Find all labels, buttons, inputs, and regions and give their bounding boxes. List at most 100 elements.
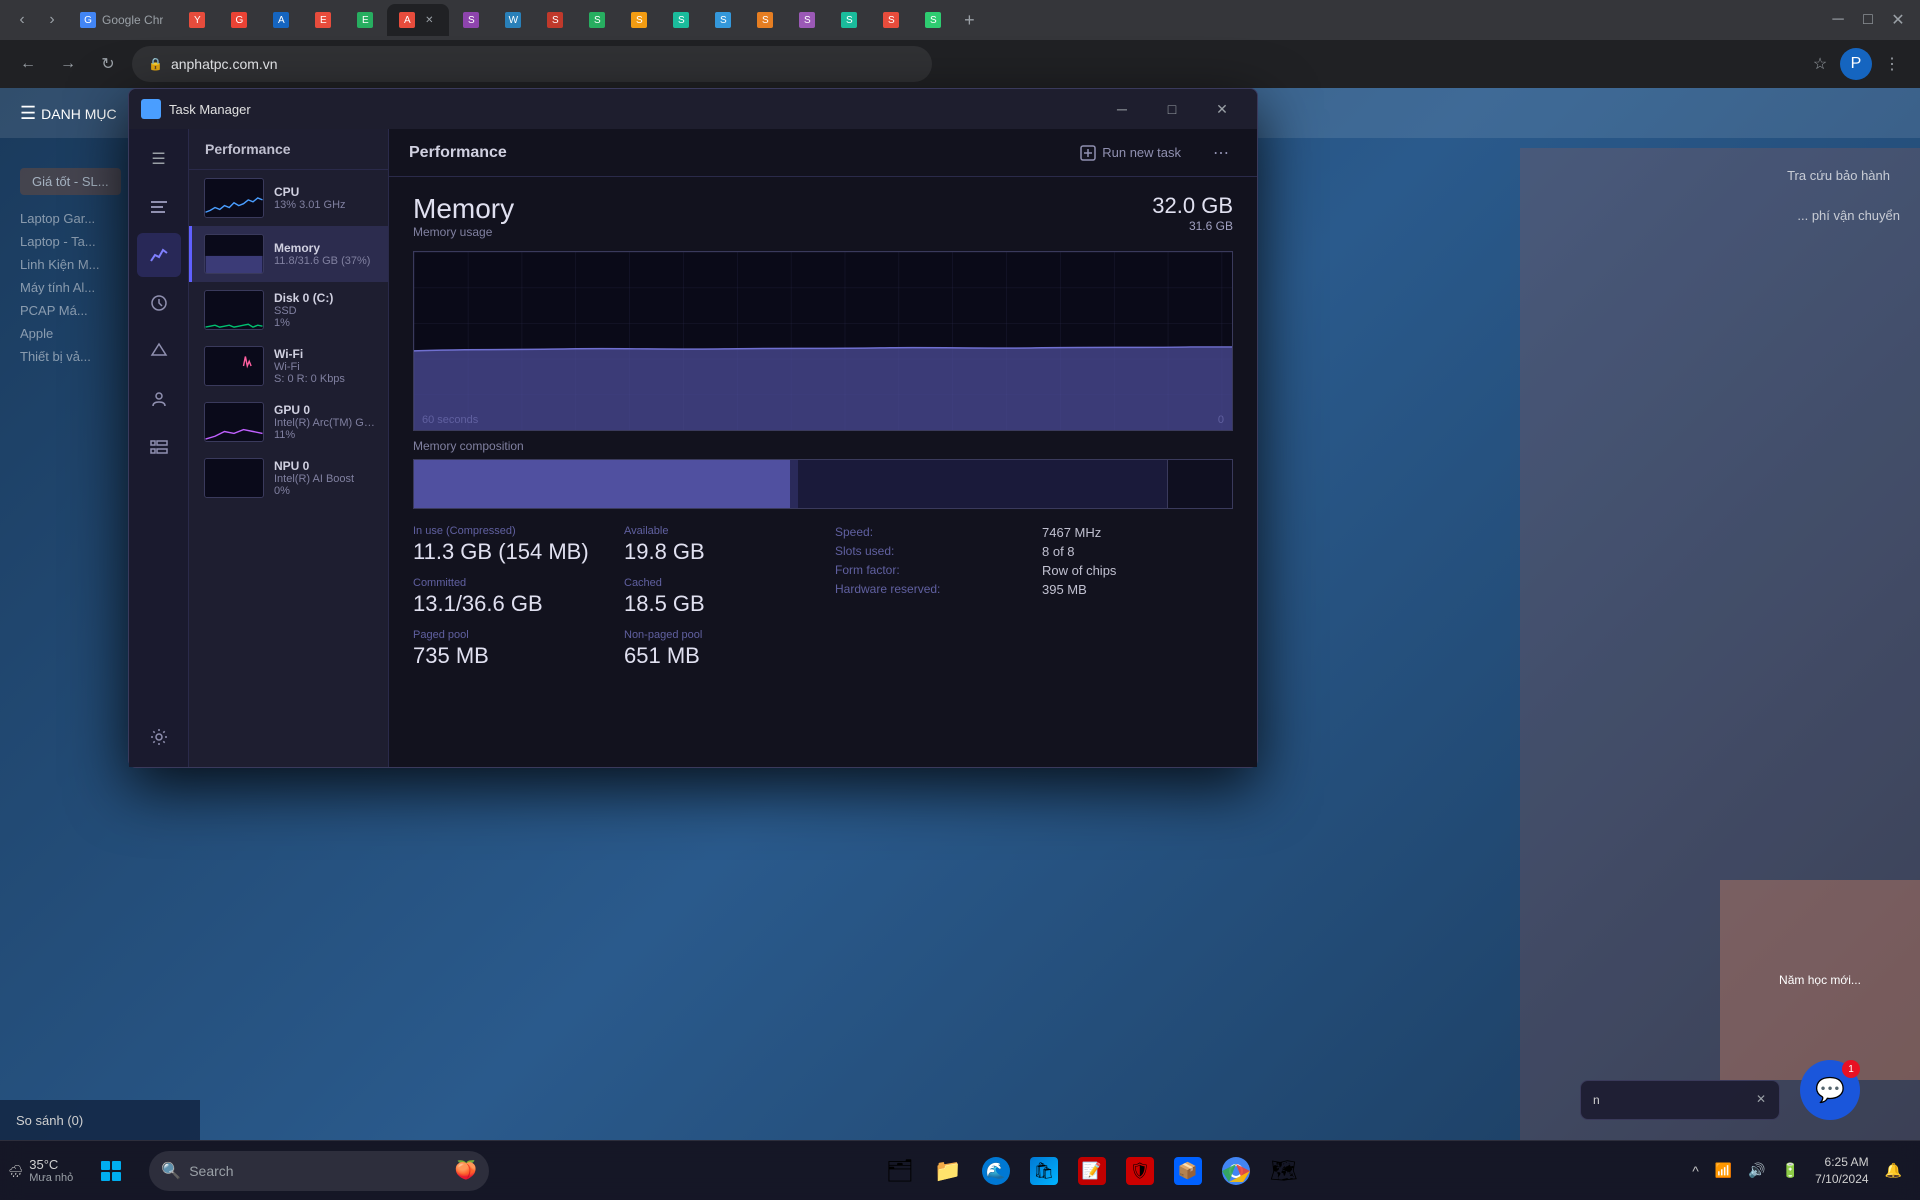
perf-item-gpu[interactable]: GPU 0 Intel(R) Arc(TM) Graph... 11% [189, 394, 388, 450]
sidebar-btn-menu[interactable]: ☰ [137, 137, 181, 181]
memory-mini-graph [204, 234, 264, 274]
volume-icon[interactable]: 🔊 [1742, 1149, 1771, 1193]
browser-maximize[interactable]: □ [1854, 6, 1882, 34]
perf-item-npu[interactable]: NPU 0 Intel(R) AI Boost 0% [189, 450, 388, 506]
taskbar-app-store[interactable]: 🛍 [1022, 1149, 1066, 1193]
tab-4[interactable]: A [261, 4, 301, 36]
tab-17[interactable]: S [829, 4, 869, 36]
chat-widget[interactable]: 💬 1 [1800, 1060, 1860, 1120]
notification-icon: 🔔 [1885, 1162, 1902, 1179]
tab-18[interactable]: S [871, 4, 911, 36]
refresh-button[interactable]: ↻ [92, 48, 124, 80]
tab-bar: ‹ › G Google Chr Y G A E E A ✕ S W [0, 0, 1920, 40]
npu-name: NPU 0 [274, 459, 376, 473]
taskbar-app-dropbox[interactable]: 📦 [1166, 1149, 1210, 1193]
tm-close[interactable]: ✕ [1199, 93, 1245, 125]
tab-8[interactable]: S [451, 4, 491, 36]
profile-button[interactable]: P [1840, 48, 1872, 80]
in-use-value: 11.3 GB (154 MB) [413, 539, 600, 565]
tm-perf-list: Performance CPU 13% 3.01 GHz [189, 129, 389, 767]
taskbar-search[interactable]: 🔍 Search 🍑 [149, 1151, 489, 1191]
browser-close[interactable]: ✕ [1884, 6, 1912, 34]
compare-label[interactable]: So sánh (0) [16, 1113, 83, 1128]
back-button[interactable]: ← [12, 48, 44, 80]
run-new-task-button[interactable]: Run new task [1068, 139, 1193, 167]
tab-nav-forward[interactable]: › [38, 6, 66, 34]
tm-minimize[interactable]: ─ [1099, 93, 1145, 125]
tab-16[interactable]: S [787, 4, 827, 36]
tab-10[interactable]: S [535, 4, 575, 36]
new-tab-button[interactable]: + [955, 6, 983, 34]
tab-15[interactable]: S [745, 4, 785, 36]
notes-icon: 📝 [1078, 1157, 1106, 1185]
sidebar-btn-users[interactable] [137, 377, 181, 421]
taskbar-app-edge[interactable]: 🌊 [974, 1149, 1018, 1193]
start-button[interactable] [91, 1151, 131, 1191]
taskbar-app-file-explorer[interactable]: 🗂 [878, 1149, 922, 1193]
tab-14[interactable]: S [703, 4, 743, 36]
comp-free [1167, 460, 1232, 508]
tab-9[interactable]: W [493, 4, 533, 36]
npu-item-info: NPU 0 Intel(R) AI Boost 0% [274, 459, 376, 497]
tm-maximize[interactable]: □ [1149, 93, 1195, 125]
bookmark-button[interactable]: ☆ [1804, 48, 1836, 80]
network-icon[interactable]: 📶 [1709, 1149, 1738, 1193]
sidebar-btn-details[interactable] [137, 425, 181, 469]
tab-5[interactable]: E [303, 4, 343, 36]
current-date: 7/10/2024 [1815, 1171, 1868, 1188]
sidebar-btn-processes[interactable] [137, 185, 181, 229]
paged-pool-value: 735 MB [413, 643, 600, 669]
sidebar-btn-app-history[interactable] [137, 281, 181, 325]
tab-13[interactable]: S [661, 4, 701, 36]
tab-2[interactable]: Y [177, 4, 217, 36]
hw-reserved-value: 395 MB [1042, 582, 1233, 597]
hidden-icons-chevron: ^ [1692, 1163, 1699, 1179]
time-date-button[interactable]: 6:25 AM 7/10/2024 [1809, 1149, 1874, 1193]
nav-menu-icon[interactable]: ☰ DANH MỤC [20, 103, 117, 124]
maps-icon: 🗺 [1270, 1157, 1298, 1185]
tab-3[interactable]: G [219, 4, 259, 36]
tm-window-controls: ─ □ ✕ [1099, 93, 1245, 125]
cpu-detail: 13% 3.01 GHz [274, 199, 376, 211]
taskbar-app-chrome[interactable] [1214, 1149, 1258, 1193]
tab-12[interactable]: S [619, 4, 659, 36]
hidden-icons-button[interactable]: ^ [1686, 1149, 1705, 1193]
taskbar-app-folder[interactable]: 📁 [926, 1149, 970, 1193]
weather-desc: Mưa nhỏ [29, 1172, 73, 1184]
popup-close-button[interactable]: ✕ [1751, 1089, 1771, 1109]
taskbar-app-maps[interactable]: 🗺 [1262, 1149, 1306, 1193]
tab-19[interactable]: S [913, 4, 953, 36]
weather-widget[interactable]: 🌧 35°C Mưa nhỏ [0, 1157, 81, 1184]
taskbar-app-notes[interactable]: 📝 [1070, 1149, 1114, 1193]
tab-nav-back[interactable]: ‹ [8, 6, 36, 34]
wifi-mini-graph [204, 346, 264, 386]
browser-minimize[interactable]: ─ [1824, 6, 1852, 34]
tab-favicon-10: S [547, 12, 563, 28]
sidebar-btn-performance[interactable] [137, 233, 181, 277]
perf-item-disk[interactable]: Disk 0 (C:) SSD 1% [189, 282, 388, 338]
perf-item-memory[interactable]: Memory 11.8/31.6 GB (37%) [189, 226, 388, 282]
disk-name: Disk 0 (C:) [274, 291, 376, 305]
committed-label: Committed [413, 577, 600, 589]
slots-label: Slots used: [835, 544, 1026, 559]
sidebar-btn-startup[interactable] [137, 329, 181, 373]
more-options-button[interactable]: ⋯ [1205, 137, 1237, 169]
disk-detail1: SSD [274, 305, 376, 317]
menu-button[interactable]: ⋮ [1876, 48, 1908, 80]
tab-11[interactable]: S [577, 4, 617, 36]
tm-section-title: Performance [409, 144, 1056, 162]
tab-close-active[interactable]: ✕ [421, 12, 437, 28]
sidebar-btn-settings[interactable] [137, 715, 181, 759]
taskbar-app-antivirus[interactable]: 🛡 [1118, 1149, 1162, 1193]
battery-icon[interactable]: 🔋 [1776, 1149, 1805, 1193]
tab-googlechrome[interactable]: G Google Chr [68, 4, 175, 36]
memory-stats-grid: In use (Compressed) 11.3 GB (154 MB) Com… [413, 525, 1233, 669]
perf-item-wifi[interactable]: Wi-Fi Wi-Fi S: 0 R: 0 Kbps [189, 338, 388, 394]
perf-item-cpu[interactable]: CPU 13% 3.01 GHz [189, 170, 388, 226]
address-bar[interactable]: 🔒 anphatpc.com.vn [132, 46, 932, 82]
forward-button[interactable]: → [52, 48, 84, 80]
notification-button[interactable]: 🔔 [1879, 1149, 1908, 1193]
tab-6[interactable]: E [345, 4, 385, 36]
tab-anphatpc[interactable]: A ✕ [387, 4, 449, 36]
site-icon: 🔒 [148, 57, 163, 71]
